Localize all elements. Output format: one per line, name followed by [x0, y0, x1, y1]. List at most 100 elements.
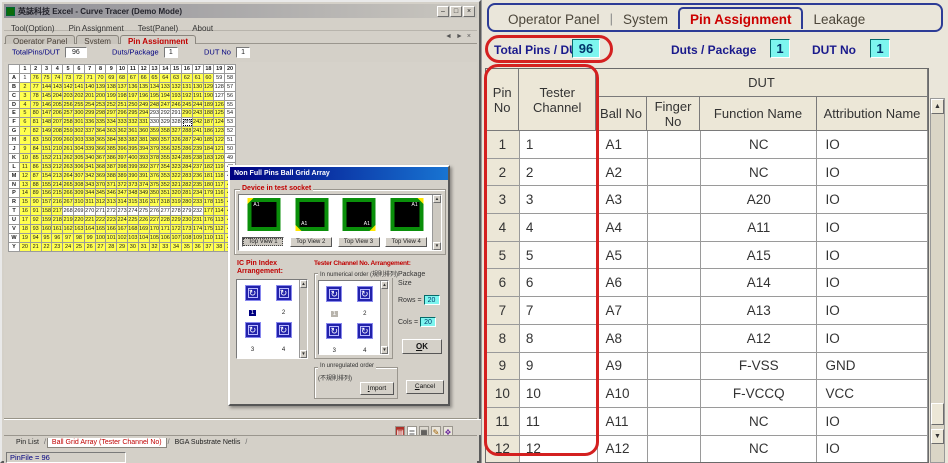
grid-cell[interactable]: 201	[85, 92, 96, 101]
grid-cell[interactable]: 166	[106, 225, 117, 234]
grid-cell[interactable]: 400	[128, 154, 139, 163]
grid-cell[interactable]: 168	[128, 225, 139, 234]
grid-cell[interactable]: 33	[160, 243, 171, 252]
grid-cell[interactable]: 389	[117, 172, 128, 181]
grid-cell[interactable]: 381	[139, 136, 150, 145]
grid-cell[interactable]: 264	[63, 172, 74, 181]
grid-cell[interactable]: 244	[193, 101, 204, 110]
grid-cell[interactable]: 213	[52, 172, 63, 181]
grid-cell[interactable]: 314	[117, 198, 128, 207]
grid-cell[interactable]: 209	[52, 136, 63, 145]
grid-cell[interactable]: 177	[204, 207, 215, 216]
grid-cell[interactable]: 356	[160, 145, 171, 154]
grid-cell[interactable]: 89	[31, 189, 42, 198]
grid-cell[interactable]: 161	[52, 225, 63, 234]
grid-cell[interactable]: 165	[96, 225, 107, 234]
grid-cell[interactable]: 214	[52, 181, 63, 190]
grid-cell[interactable]: 345	[96, 189, 107, 198]
table-row[interactable]: 44A4A11IO	[486, 214, 928, 242]
grid-cell[interactable]: 347	[117, 189, 128, 198]
grid-cell[interactable]: 288	[182, 127, 193, 136]
grid-cell[interactable]: 16	[20, 207, 31, 216]
grid-cell[interactable]: 57	[225, 83, 236, 92]
arrangement-item[interactable]: ↻1	[319, 283, 350, 320]
grid-cell[interactable]: 128	[214, 83, 225, 92]
top-view-button[interactable]: Top View 4	[385, 237, 427, 247]
table-row[interactable]: 1111A11NCIO	[486, 408, 928, 436]
grid-cell[interactable]: 101	[106, 234, 117, 243]
tab-system[interactable]: System	[613, 9, 678, 29]
grid-cell[interactable]: 25	[74, 243, 85, 252]
grid-cell[interactable]: 49	[225, 154, 236, 163]
grid-cell[interactable]: 308	[74, 181, 85, 190]
table-scrollbar[interactable]: ▲ ▼	[930, 98, 945, 463]
grid-cell[interactable]: 90	[31, 198, 42, 207]
grid-cell[interactable]: 87	[31, 172, 42, 181]
grid-cell[interactable]: 38	[214, 243, 225, 252]
grid-cell[interactable]: 319	[171, 198, 182, 207]
grid-cell[interactable]: 180	[204, 181, 215, 190]
table-row[interactable]: 88A8A12IO	[486, 325, 928, 353]
grid-cell[interactable]: 393	[139, 154, 150, 163]
grid-cell[interactable]: 146	[42, 101, 53, 110]
grid-cell[interactable]: 155	[42, 181, 53, 190]
grid-cell[interactable]: 125	[214, 109, 225, 118]
grid-cell[interactable]: 228	[160, 216, 171, 225]
minimize-button[interactable]: –	[437, 6, 449, 17]
grid-cell[interactable]: 316	[139, 198, 150, 207]
grid-cell[interactable]: 384	[106, 136, 117, 145]
grid-cell[interactable]: 123	[214, 127, 225, 136]
grid-cell[interactable]: 254	[85, 101, 96, 110]
grid-cell[interactable]: 172	[171, 225, 182, 234]
grid-cell[interactable]: 370	[96, 181, 107, 190]
grid-cell[interactable]: 366	[96, 145, 107, 154]
grid-cell[interactable]: 239	[193, 145, 204, 154]
grid-cell[interactable]: 218	[52, 216, 63, 225]
grid-cell[interactable]: 26	[85, 243, 96, 252]
grid-cell[interactable]: 176	[204, 216, 215, 225]
sheet-tab[interactable]: BGA Substrate Netlis	[171, 438, 245, 447]
grid-cell[interactable]: 207	[52, 118, 63, 127]
grid-cell[interactable]: 259	[63, 127, 74, 136]
grid-cell[interactable]: 296	[117, 109, 128, 118]
grid-cell[interactable]: 27	[96, 243, 107, 252]
grid-cell[interactable]: 34	[171, 243, 182, 252]
grid-cell[interactable]: 321	[171, 181, 182, 190]
grid-cell[interactable]: 292	[160, 109, 171, 118]
grid-cell[interactable]: 137	[117, 83, 128, 92]
grid-cell[interactable]: 303	[74, 136, 85, 145]
scroll-down-icon[interactable]: ▼	[931, 429, 944, 444]
grid-cell[interactable]: 18	[20, 225, 31, 234]
grid-cell[interactable]: 278	[171, 207, 182, 216]
grid-cell[interactable]: 341	[85, 163, 96, 172]
grid-cell[interactable]: 179	[204, 189, 215, 198]
grid-cell[interactable]: 344	[85, 189, 96, 198]
grid-cell[interactable]: 253	[96, 101, 107, 110]
grid-cell[interactable]: 324	[171, 154, 182, 163]
grid-cell[interactable]: 9	[20, 145, 31, 154]
grid-cell[interactable]: 127	[214, 92, 225, 101]
grid-cell[interactable]: 396	[117, 145, 128, 154]
grid-cell[interactable]: 245	[182, 101, 193, 110]
grid-cell[interactable]: 188	[204, 109, 215, 118]
grid-cell[interactable]: 86	[31, 163, 42, 172]
grid-cell[interactable]: 163	[74, 225, 85, 234]
scroll-up-icon[interactable]: ▲	[433, 195, 441, 203]
grid-cell[interactable]: 99	[85, 234, 96, 243]
grid-cell[interactable]: 103	[128, 234, 139, 243]
grid-cell[interactable]: 391	[139, 172, 150, 181]
grid-cell[interactable]: 200	[96, 92, 107, 101]
grid-cell[interactable]: 167	[117, 225, 128, 234]
grid-cell[interactable]: 223	[106, 216, 117, 225]
grid-cell[interactable]: 1	[20, 74, 31, 83]
grid-cell[interactable]: 268	[63, 207, 74, 216]
ic-scrollbar[interactable]: ▲ ▼	[299, 280, 307, 358]
grid-cell[interactable]: 337	[85, 127, 96, 136]
grid-cell[interactable]: 237	[193, 163, 204, 172]
grid-cell[interactable]: 192	[182, 92, 193, 101]
grid-cell[interactable]: 217	[52, 207, 63, 216]
grid-cell[interactable]: 304	[74, 145, 85, 154]
grid-cell[interactable]: 351	[160, 189, 171, 198]
grid-cell[interactable]: 181	[204, 172, 215, 181]
grid-cell[interactable]: 369	[96, 172, 107, 181]
